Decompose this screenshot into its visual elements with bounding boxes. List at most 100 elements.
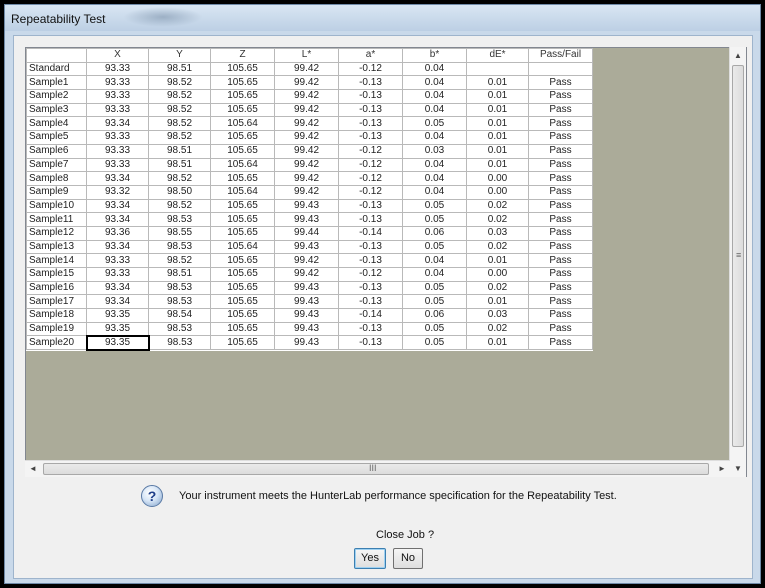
cell-de[interactable] [466,61,529,77]
cell-pass-fail[interactable]: Pass [528,184,593,200]
cell-a[interactable]: -0.12 [338,61,403,77]
table-row[interactable]: Sample12 93.36 98.55 105.65 99.44 -0.14 0.06 0.… [26,225,593,241]
cell-pass-fail[interactable]: Pass [528,267,593,282]
cell-pass-fail[interactable]: Pass [528,157,593,173]
cell-a[interactable]: -0.12 [338,143,403,159]
row-header[interactable]: Sample20 [26,335,87,351]
table-row[interactable]: Sample3 93.33 98.52 105.65 99.42 -0.13 0.04 0.0… [26,102,593,118]
row-header[interactable]: Sample3 [26,102,87,118]
row-header[interactable]: Sample11 [26,212,87,227]
column-header-pass-fail[interactable]: Pass/Fail [528,48,593,63]
cell-x[interactable]: 93.35 [86,321,149,337]
cell-pass-fail[interactable]: Pass [528,294,593,310]
table-row[interactable]: Sample9 93.32 98.50 105.64 99.42 -0.12 0.04 0.0… [26,184,593,200]
scroll-left-arrow-icon[interactable]: ◄ [25,461,41,477]
row-header[interactable]: Standard [26,61,87,77]
cell-x[interactable]: 93.33 [86,75,149,91]
cell-pass-fail[interactable]: Pass [528,171,593,186]
cell-x[interactable]: 93.33 [86,130,149,145]
cell-y[interactable]: 98.53 [148,212,211,227]
cell-y[interactable]: 98.53 [148,239,211,255]
table-row[interactable]: Sample11 93.34 98.53 105.65 99.43 -0.13 0.05 0.… [26,212,593,227]
cell-de[interactable]: 0.01 [466,75,529,91]
cell-l[interactable]: 99.42 [274,157,339,173]
row-header[interactable]: Sample9 [26,184,87,200]
cell-l[interactable]: 99.44 [274,225,339,241]
cell-x[interactable]: 93.33 [86,89,149,104]
cell-pass-fail[interactable]: Pass [528,102,593,118]
cell-l[interactable]: 99.43 [274,335,339,351]
cell-b[interactable]: 0.06 [402,308,467,323]
cell-de[interactable]: 0.02 [466,212,529,227]
cell-de[interactable]: 0.02 [466,321,529,337]
cell-l[interactable]: 99.43 [274,198,339,214]
cell-de[interactable]: 0.01 [466,294,529,310]
table-row[interactable]: Sample20 93.35 98.53 105.65 99.43 -0.13 0.05 0.… [26,334,593,351]
row-header[interactable]: Sample10 [26,198,87,214]
table-row[interactable]: Sample2 93.33 98.52 105.65 99.42 -0.13 0.04 0.0… [26,89,593,104]
row-header[interactable]: Sample18 [26,308,87,323]
cell-pass-fail[interactable]: Pass [528,143,593,159]
cell-z[interactable]: 105.65 [210,89,275,104]
scroll-up-arrow-icon[interactable]: ▲ [730,47,746,64]
cell-b[interactable]: 0.05 [402,239,467,255]
cell-a[interactable]: -0.12 [338,267,403,282]
cell-y[interactable]: 98.52 [148,116,211,132]
table-row[interactable]: Sample17 93.34 98.53 105.65 99.43 -0.13 0.05 0.… [26,294,593,310]
cell-z[interactable]: 105.65 [210,321,275,337]
cell-l[interactable]: 99.42 [274,143,339,159]
cell-pass-fail[interactable]: Pass [528,198,593,214]
cell-x[interactable]: 93.36 [86,225,149,241]
cell-z[interactable]: 105.65 [210,102,275,118]
row-header[interactable]: Sample19 [26,321,87,337]
yes-button[interactable]: Yes [354,548,386,569]
cell-y[interactable]: 98.51 [148,143,211,159]
cell-pass-fail[interactable]: Pass [528,75,593,91]
cell-de[interactable]: 0.00 [466,171,529,186]
cell-a[interactable]: -0.13 [338,102,403,118]
cell-z[interactable]: 105.65 [210,308,275,323]
table-row[interactable]: Sample8 93.34 98.52 105.65 99.42 -0.12 0.04 0.0… [26,171,593,186]
cell-b[interactable]: 0.04 [402,171,467,186]
cell-y[interactable]: 98.50 [148,184,211,200]
cell-z[interactable]: 105.65 [210,171,275,186]
cell-a[interactable]: -0.13 [338,253,403,268]
cell-a[interactable]: -0.13 [338,335,403,351]
cell-y[interactable]: 98.53 [148,335,211,351]
scroll-down-arrow-icon[interactable]: ▼ [730,460,746,477]
column-header-de[interactable]: dE* [466,48,529,63]
cell-pass-fail[interactable]: Pass [528,280,593,296]
cell-x[interactable]: 93.33 [86,157,149,173]
cell-y[interactable]: 98.52 [148,171,211,186]
cell-de[interactable]: 0.01 [466,253,529,268]
cell-y[interactable]: 98.53 [148,321,211,337]
row-header[interactable]: Sample4 [26,116,87,132]
cell-l[interactable]: 99.43 [274,308,339,323]
cell-b[interactable]: 0.06 [402,225,467,241]
cell-y[interactable]: 98.54 [148,308,211,323]
cell-b[interactable]: 0.04 [402,157,467,173]
cell-a[interactable]: -0.13 [338,116,403,132]
cell-a[interactable]: -0.14 [338,225,403,241]
cell-z[interactable]: 105.64 [210,239,275,255]
cell-b[interactable]: 0.05 [402,280,467,296]
cell-de[interactable]: 0.00 [466,184,529,200]
cell-pass-fail[interactable]: Pass [528,308,593,323]
cell-de[interactable]: 0.02 [466,198,529,214]
row-header[interactable]: Sample17 [26,294,87,310]
no-button[interactable]: No [393,548,423,569]
cell-y[interactable]: 98.52 [148,89,211,104]
cell-y[interactable]: 98.55 [148,225,211,241]
cell-x[interactable]: 93.33 [86,61,149,77]
table-row[interactable]: Sample7 93.33 98.51 105.64 99.42 -0.12 0.04 0.0… [26,157,593,173]
cell-x[interactable]: 93.32 [86,184,149,200]
cell-l[interactable]: 99.42 [274,171,339,186]
cell-l[interactable]: 99.43 [274,212,339,227]
cell-b[interactable]: 0.04 [402,130,467,145]
cell-z[interactable]: 105.65 [210,280,275,296]
cell-pass-fail[interactable] [528,61,593,77]
cell-de[interactable]: 0.03 [466,225,529,241]
cell-pass-fail[interactable]: Pass [528,89,593,104]
cell-l[interactable]: 99.42 [274,116,339,132]
column-header-z[interactable]: Z [210,48,275,63]
